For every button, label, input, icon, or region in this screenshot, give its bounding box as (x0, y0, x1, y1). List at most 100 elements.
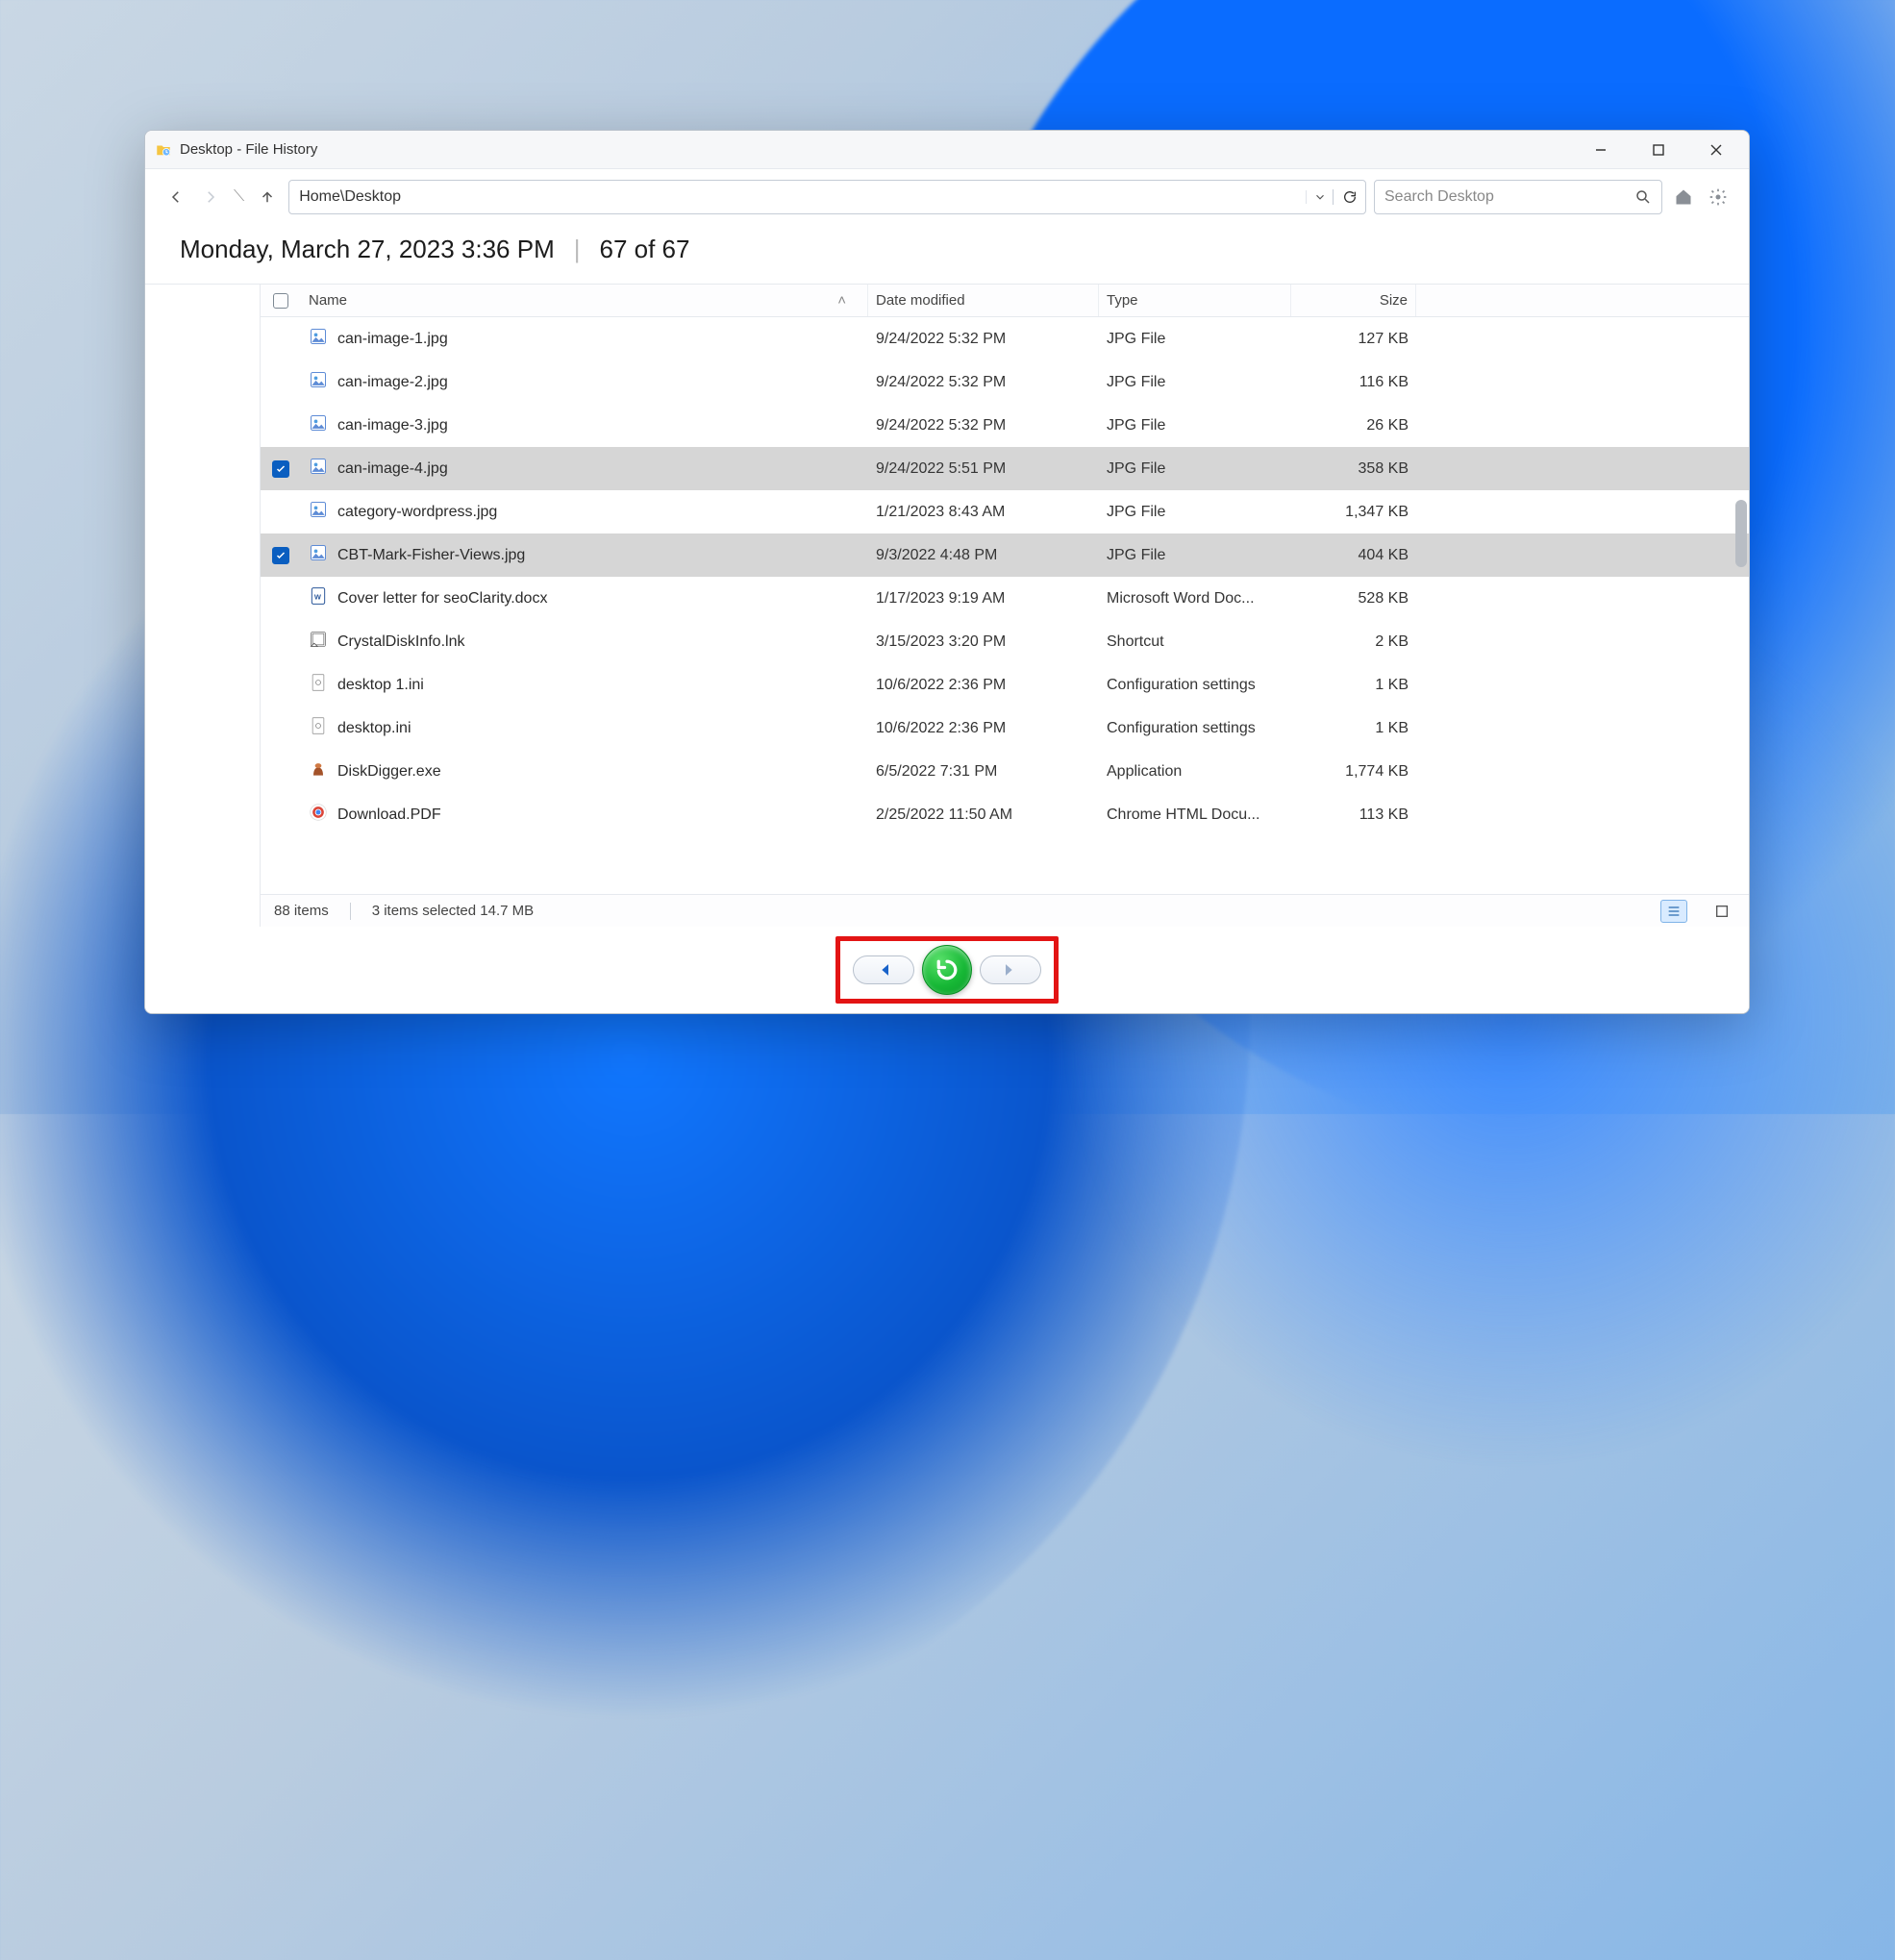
file-type-icon (309, 673, 328, 697)
file-row[interactable]: DiskDigger.exe6/5/2022 7:31 PMApplicatio… (261, 750, 1749, 793)
file-type-icon (309, 543, 328, 567)
restore-controls (145, 927, 1749, 1013)
file-list: Name ˄ Date modified Type Size can-image… (261, 285, 1749, 927)
file-size: 528 KB (1359, 590, 1409, 608)
file-row[interactable]: can-image-2.jpg 9/24/2022 5:32 PM JPG File… (261, 360, 1749, 404)
address-path: Home\Desktop (289, 188, 1306, 206)
file-name: can-image-4.jpg (337, 460, 448, 478)
file-date: 1/17/2023 9:19 AM (876, 590, 1005, 608)
file-row[interactable]: can-image-1.jpg9/24/2022 5:32 PMJPG File… (261, 317, 1749, 360)
file-type: Shortcut (1107, 633, 1164, 651)
file-type-icon: W (309, 586, 328, 610)
column-name[interactable]: Name ˄ (301, 285, 868, 316)
svg-text:W: W (314, 592, 322, 601)
app-icon (155, 141, 172, 159)
column-checkbox[interactable] (261, 285, 301, 316)
snapshot-timestamp: Monday, March 27, 2023 3:36 PM (180, 235, 555, 264)
file-type: Microsoft Word Doc... (1107, 590, 1255, 608)
file-rows: can-image-1.jpg9/24/2022 5:32 PMJPG File… (261, 317, 1749, 894)
file-type: JPG File (1107, 417, 1165, 434)
search-icon (1634, 188, 1652, 206)
file-date: 6/5/2022 7:31 PM (876, 763, 997, 781)
file-row[interactable]: CrystalDiskInfo.lnk 3/15/2023 3:20 PM Shor… (261, 620, 1749, 663)
file-size: 1,774 KB (1345, 763, 1409, 781)
file-type: Chrome HTML Docu... (1107, 806, 1259, 824)
file-type-icon (309, 803, 328, 827)
file-size: 358 KB (1359, 460, 1409, 478)
up-button[interactable] (254, 184, 281, 211)
navigation-toolbar: ⟍ Home\Desktop Search Desktop (145, 169, 1749, 225)
file-name: desktop 1.ini (337, 677, 424, 694)
file-date: 10/6/2022 2:36 PM (876, 720, 1006, 737)
minimize-button[interactable] (1572, 131, 1630, 169)
scrollbar-thumb[interactable] (1735, 500, 1747, 567)
status-selection: 3 items selected 14.7 MB (372, 903, 534, 919)
file-row[interactable]: category-wordpress.jpg1/21/2023 8:43 AMJ… (261, 490, 1749, 533)
file-area: Name ˄ Date modified Type Size can-image… (145, 284, 1749, 927)
file-date: 3/15/2023 3:20 PM (876, 633, 1006, 651)
file-row[interactable]: can-image-3.jpg 9/24/2022 5:32 PM JPG File… (261, 404, 1749, 447)
back-button[interactable] (162, 184, 189, 211)
file-size: 1 KB (1375, 720, 1409, 737)
close-button[interactable] (1687, 131, 1745, 169)
icons-view-button[interactable] (1708, 900, 1735, 923)
file-type-icon (309, 413, 328, 437)
file-size: 116 KB (1359, 374, 1409, 391)
row-checkbox[interactable] (272, 547, 289, 564)
file-type: Configuration settings (1107, 720, 1256, 737)
home-button[interactable] (1670, 184, 1697, 211)
file-type-icon (309, 457, 328, 481)
file-row[interactable]: CBT-Mark-Fisher-Views.jpg 9/3/2022 4:48 P… (261, 533, 1749, 577)
file-type-icon (309, 759, 328, 783)
file-size: 404 KB (1359, 547, 1409, 564)
select-all-checkbox[interactable] (273, 293, 288, 309)
file-row[interactable]: Download.PDF2/25/2022 11:50 AMChrome HTM… (261, 793, 1749, 836)
file-name: CrystalDiskInfo.lnk (337, 633, 464, 651)
file-type-icon (309, 716, 328, 740)
search-placeholder: Search Desktop (1384, 188, 1634, 206)
snapshot-position: 67 of 67 (600, 235, 690, 264)
file-row[interactable]: can-image-4.jpg 9/24/2022 5:51 PM JPG File… (261, 447, 1749, 490)
file-date: 1/21/2023 8:43 AM (876, 504, 1005, 521)
file-type: Configuration settings (1107, 677, 1256, 694)
file-row[interactable]: WCover letter for seoClarity.docx1/17/20… (261, 577, 1749, 620)
breadcrumb-separator-icon: ⟍ (232, 188, 246, 206)
file-size: 113 KB (1359, 806, 1409, 824)
row-checkbox[interactable] (272, 460, 289, 478)
file-date: 2/25/2022 11:50 AM (876, 806, 1012, 824)
file-type: JPG File (1107, 374, 1165, 391)
column-size[interactable]: Size (1291, 285, 1416, 316)
status-bar: 88 items 3 items selected 14.7 MB (261, 894, 1749, 927)
window-title: Desktop - File History (180, 141, 317, 158)
file-date: 9/24/2022 5:32 PM (876, 374, 1006, 391)
address-bar[interactable]: Home\Desktop (288, 180, 1366, 214)
file-row[interactable]: desktop 1.ini10/6/2022 2:36 PMConfigurat… (261, 663, 1749, 707)
file-name: CBT-Mark-Fisher-Views.jpg (337, 547, 525, 564)
file-date: 9/24/2022 5:51 PM (876, 460, 1006, 478)
file-date: 9/24/2022 5:32 PM (876, 417, 1006, 434)
file-date: 9/24/2022 5:32 PM (876, 331, 1006, 348)
file-size: 127 KB (1359, 331, 1409, 348)
file-type-icon (309, 630, 328, 654)
column-headers: Name ˄ Date modified Type Size (261, 285, 1749, 317)
snapshot-separator: | (574, 235, 581, 264)
file-size: 2 KB (1375, 633, 1409, 651)
address-dropdown-icon[interactable] (1306, 190, 1333, 204)
maximize-button[interactable] (1630, 131, 1687, 169)
file-row[interactable]: desktop.ini10/6/2022 2:36 PMConfiguratio… (261, 707, 1749, 750)
forward-button[interactable] (197, 184, 224, 211)
file-name: can-image-3.jpg (337, 417, 448, 434)
file-name: can-image-2.jpg (337, 374, 448, 391)
search-input[interactable]: Search Desktop (1374, 180, 1662, 214)
file-type: JPG File (1107, 460, 1165, 478)
column-type[interactable]: Type (1099, 285, 1291, 316)
details-view-button[interactable] (1660, 900, 1687, 923)
snapshot-header: Monday, March 27, 2023 3:36 PM | 67 of 6… (145, 225, 1749, 284)
file-date: 9/3/2022 4:48 PM (876, 547, 997, 564)
file-type-icon (309, 370, 328, 394)
file-type: JPG File (1107, 547, 1165, 564)
file-history-window: Desktop - File History ⟍ Home\Desktop Se… (144, 130, 1750, 1014)
settings-button[interactable] (1705, 184, 1732, 211)
refresh-button[interactable] (1333, 189, 1365, 205)
column-date[interactable]: Date modified (868, 285, 1099, 316)
